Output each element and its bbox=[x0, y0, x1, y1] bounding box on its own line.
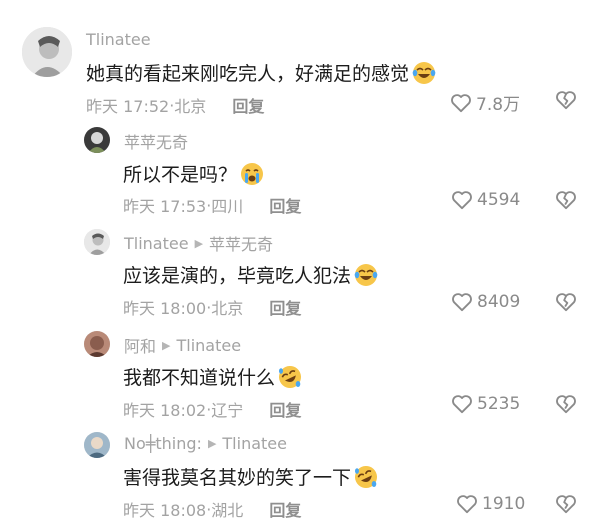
reply-button[interactable]: 回复 bbox=[269, 295, 301, 319]
username-text: 阿和 bbox=[124, 337, 157, 356]
broken-heart-icon bbox=[556, 495, 576, 514]
username-text: Tlinatee bbox=[124, 233, 189, 253]
location: 北京 bbox=[174, 97, 207, 116]
like-button[interactable]: 7.8万 bbox=[450, 90, 520, 115]
rofl-emoji-icon bbox=[355, 465, 378, 488]
comment-meta: 昨天 18:02 · 辽宁 回复 bbox=[123, 397, 301, 421]
like-count: 7.8万 bbox=[476, 95, 521, 115]
reply-item: Tlinatee ▶ 苹苹无奇 应该是演的，毕竟吃人犯法 昨天 18:00 · … bbox=[0, 229, 600, 324]
avatar[interactable] bbox=[84, 229, 110, 255]
username[interactable]: Tlinatee ▶ 苹苹无奇 bbox=[124, 231, 273, 255]
like-count: 4594 bbox=[477, 190, 521, 210]
broken-heart-icon bbox=[556, 91, 576, 110]
comment-text-content: 我都不知道说什么 bbox=[123, 367, 276, 389]
timestamp: 昨天 18:02 bbox=[123, 401, 207, 420]
comment-text: 我都不知道说什么 bbox=[123, 363, 302, 390]
timestamp: 昨天 18:08 bbox=[123, 501, 207, 520]
avatar[interactable] bbox=[84, 432, 110, 458]
username-text: Tlinatee bbox=[86, 30, 151, 49]
reply-to-username[interactable]: Tlinatee bbox=[176, 336, 241, 355]
dislike-button[interactable] bbox=[555, 292, 577, 312]
like-count: 8409 bbox=[477, 292, 521, 312]
broken-heart-icon bbox=[556, 191, 576, 210]
reply-arrow-icon: ▶ bbox=[162, 338, 171, 352]
dislike-button[interactable] bbox=[555, 90, 577, 110]
reply-arrow-icon: ▶ bbox=[194, 236, 204, 250]
reply-button[interactable]: 回复 bbox=[269, 193, 301, 217]
heart-icon bbox=[452, 293, 472, 312]
comment-text: 她真的看起来刚吃完人，好满足的感觉 bbox=[86, 59, 436, 86]
location: 北京 bbox=[211, 299, 244, 318]
heart-icon bbox=[452, 395, 472, 414]
comment-meta: 昨天 17:52 · 北京 回复 bbox=[86, 93, 264, 117]
avatar[interactable] bbox=[22, 27, 72, 77]
timestamp: 昨天 17:52 bbox=[86, 97, 170, 116]
reply-button[interactable]: 回复 bbox=[269, 497, 301, 521]
comment-text: 所以不是吗？ bbox=[123, 160, 264, 187]
reply-item: No╪thing: ▶ Tlinatee 害得我莫名其妙的笑了一下 昨天 18:… bbox=[0, 432, 600, 531]
username-text: No╪thing: bbox=[124, 434, 202, 453]
dislike-button[interactable] bbox=[555, 394, 577, 414]
heart-icon bbox=[457, 495, 477, 514]
comment-meta: 昨天 18:08 · 湖北 回复 bbox=[123, 497, 301, 521]
broken-heart-icon bbox=[556, 293, 576, 312]
like-button[interactable]: 8409 bbox=[451, 292, 520, 312]
rofl-emoji-icon bbox=[279, 365, 302, 388]
heart-icon bbox=[451, 93, 471, 112]
comment-text-content: 她真的看起来刚吃完人，好满足的感觉 bbox=[86, 63, 410, 85]
comment-text: 害得我莫名其妙的笑了一下 bbox=[123, 463, 378, 490]
comment-text-content: 所以不是吗？ bbox=[123, 164, 238, 186]
username-text: 苹苹无奇 bbox=[124, 133, 189, 152]
reply-arrow-icon: ▶ bbox=[207, 437, 217, 450]
avatar[interactable] bbox=[84, 127, 110, 153]
username[interactable]: No╪thing: ▶ Tlinatee bbox=[124, 434, 287, 453]
like-button[interactable]: 4594 bbox=[451, 190, 520, 210]
location: 湖北 bbox=[211, 501, 244, 520]
timestamp: 昨天 17:53 bbox=[123, 197, 207, 216]
laughing-tears-emoji-icon bbox=[354, 263, 378, 286]
location: 辽宁 bbox=[211, 401, 244, 420]
username[interactable]: 阿和 ▶ Tlinatee bbox=[124, 333, 241, 357]
reply-to-username[interactable]: Tlinatee bbox=[222, 434, 287, 453]
username[interactable]: 苹苹无奇 bbox=[124, 129, 188, 153]
reply-button[interactable]: 回复 bbox=[232, 93, 264, 117]
comment-text-content: 应该是演的，毕竟吃人犯法 bbox=[123, 265, 352, 287]
like-count: 1910 bbox=[482, 494, 526, 514]
comment-meta: 昨天 18:00 · 北京 回复 bbox=[123, 295, 301, 319]
laughing-tears-emoji-icon bbox=[412, 61, 436, 84]
heart-icon bbox=[452, 191, 472, 210]
reply-button[interactable]: 回复 bbox=[269, 397, 301, 421]
reply-item: 苹苹无奇 所以不是吗？ 昨天 17:53 · 四川 回复 4594 bbox=[0, 127, 600, 222]
location: 四川 bbox=[211, 197, 244, 216]
username[interactable]: Tlinatee bbox=[86, 30, 151, 49]
comment-item: Tlinatee 她真的看起来刚吃完人，好满足的感觉 昨天 17:52 · 北京… bbox=[0, 27, 600, 122]
timestamp: 昨天 18:00 bbox=[123, 299, 207, 318]
like-button[interactable]: 5235 bbox=[451, 394, 520, 414]
dislike-button[interactable] bbox=[555, 190, 577, 210]
like-button[interactable]: 1910 bbox=[456, 494, 525, 514]
like-count: 5235 bbox=[477, 394, 521, 414]
comment-text: 应该是演的，毕竟吃人犯法 bbox=[123, 261, 378, 288]
comment-text-content: 害得我莫名其妙的笑了一下 bbox=[123, 467, 352, 489]
broken-heart-icon bbox=[556, 395, 576, 414]
reply-to-username[interactable]: 苹苹无奇 bbox=[209, 231, 273, 255]
avatar[interactable] bbox=[84, 331, 110, 357]
crying-face-emoji-icon bbox=[241, 162, 264, 185]
dislike-button[interactable] bbox=[555, 494, 577, 514]
reply-item: 阿和 ▶ Tlinatee 我都不知道说什么 昨天 18:02 · 辽宁 回复 … bbox=[0, 331, 600, 426]
comment-meta: 昨天 17:53 · 四川 回复 bbox=[123, 193, 301, 217]
